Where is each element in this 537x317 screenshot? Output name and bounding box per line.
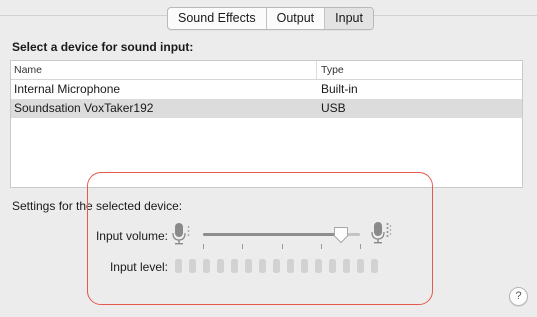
tab-bar: Sound Effects Output Input (0, 0, 537, 30)
annotation-highlight (87, 172, 433, 305)
tab-segmented-control: Sound Effects Output Input (167, 7, 374, 30)
section-heading: Select a device for sound input: (12, 40, 194, 54)
help-icon: ? (515, 290, 522, 302)
tab-input[interactable]: Input (325, 8, 373, 29)
device-name: Soundsation VoxTaker192 (14, 101, 154, 115)
tab-output[interactable]: Output (267, 8, 326, 29)
help-button[interactable]: ? (509, 287, 528, 306)
input-device-table: Name Type Internal Microphone Built-in S… (10, 60, 523, 188)
column-header-name[interactable]: Name (11, 61, 317, 79)
table-header: Name Type (11, 61, 522, 80)
device-type: Built-in (321, 82, 358, 96)
device-type: USB (321, 101, 346, 115)
table-row[interactable]: Soundsation VoxTaker192 USB (11, 99, 522, 118)
device-name: Internal Microphone (14, 82, 121, 96)
table-row[interactable]: Internal Microphone Built-in (11, 80, 522, 99)
column-header-type[interactable]: Type (317, 61, 344, 79)
tab-sound-effects[interactable]: Sound Effects (168, 8, 267, 29)
